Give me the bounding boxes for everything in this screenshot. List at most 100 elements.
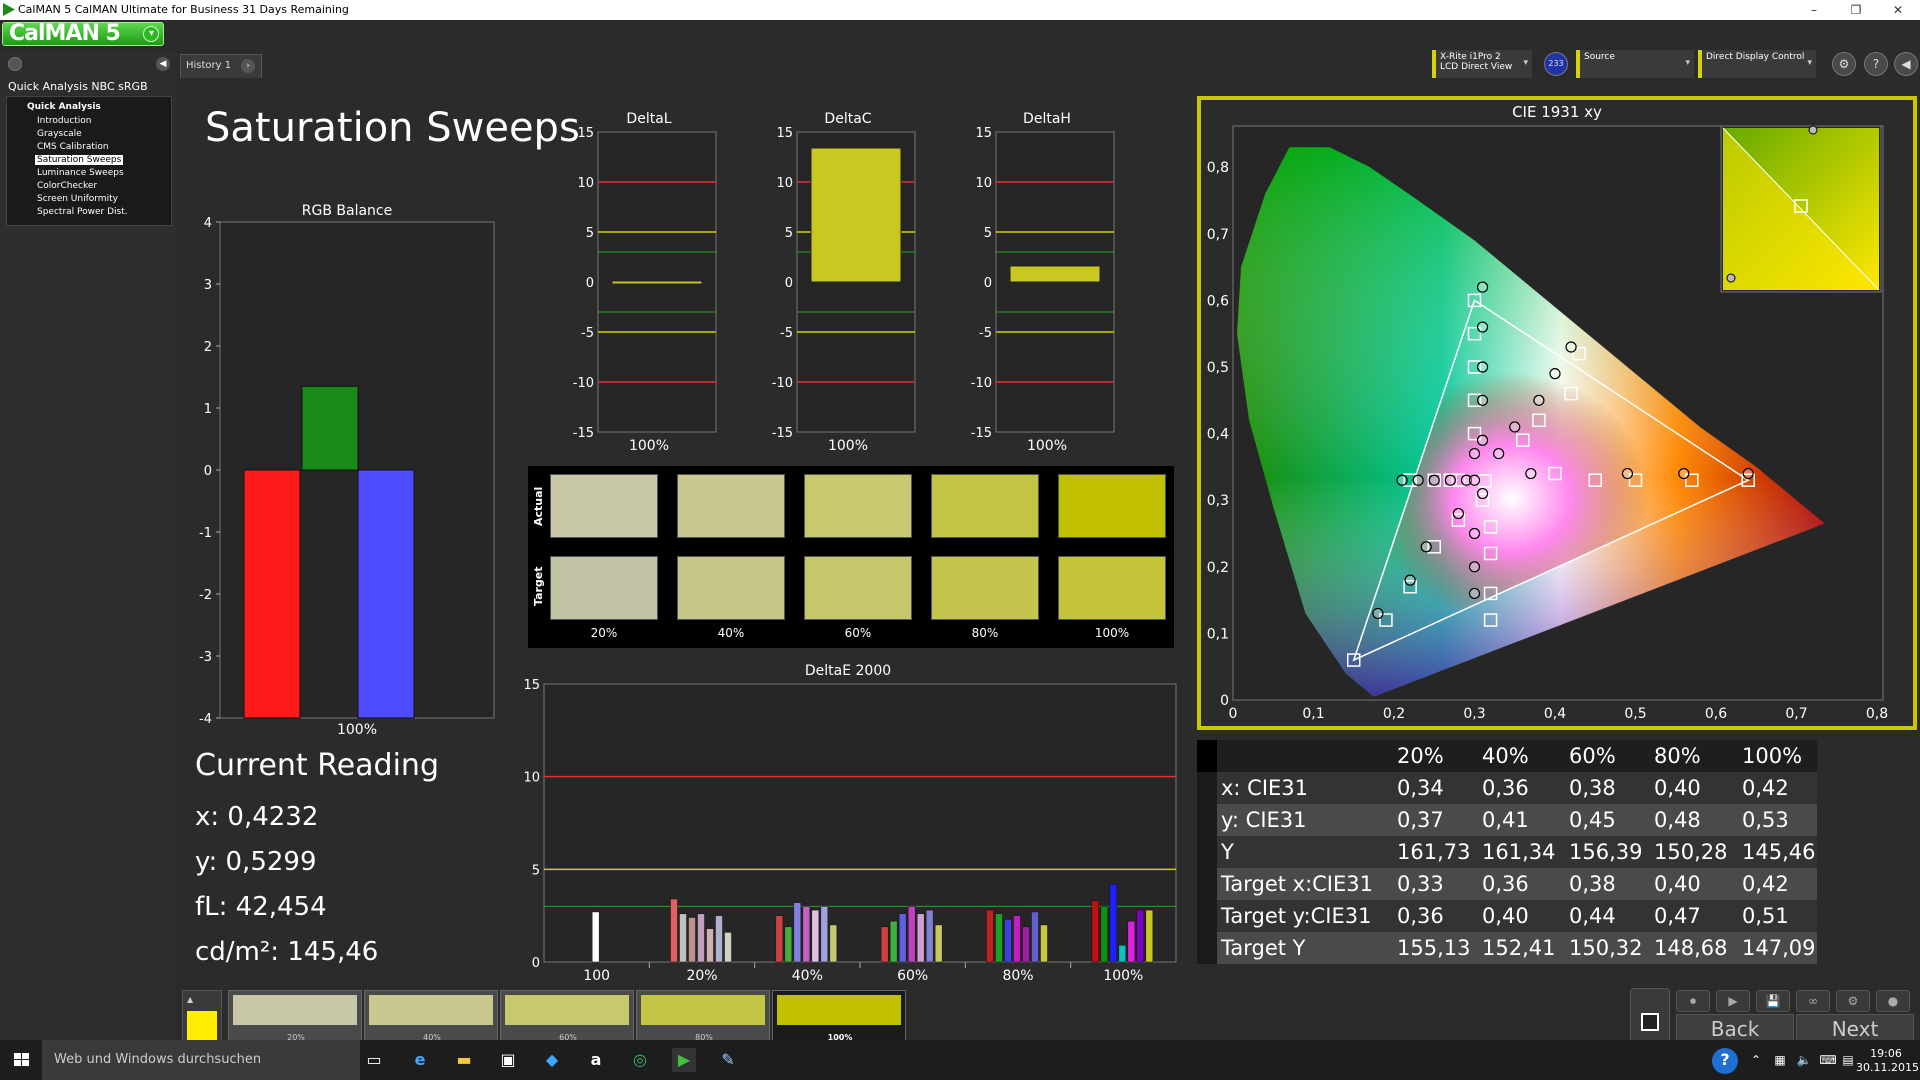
meter-badge[interactable]: 233 [1544,52,1568,76]
stop-icon[interactable] [1630,988,1670,1044]
nav-item-introduction[interactable]: Introduction [37,116,92,126]
table-cell: 150,32 [1569,936,1643,960]
deltae-bar [802,906,811,963]
task-view-icon[interactable]: ▭ [362,1048,386,1072]
back-arrow-icon[interactable]: ◀ [1894,52,1918,76]
amazon-icon[interactable]: a [584,1048,608,1072]
pause-icon[interactable]: ● [1876,990,1910,1012]
collapse-icon[interactable]: ◀ [156,57,170,71]
taskbar-search[interactable]: Web und Windows durchsuchen [42,1040,360,1080]
display-selector[interactable]: Direct Display Control ▾ [1698,50,1816,78]
restore-icon[interactable]: ❐ [1836,0,1876,20]
meter-mode: LCD Direct View [1440,62,1513,72]
play-icon[interactable]: ▶ [1716,990,1750,1012]
record-icon[interactable]: ⏺ [1676,990,1710,1012]
tab-history-1[interactable]: History 1 › [180,54,262,78]
minimize-icon[interactable]: – [1794,0,1834,20]
source-selector[interactable]: Source ▾ [1576,50,1694,78]
point-swatch-3[interactable]: 60% [500,990,634,1046]
table-cell: 0,48 [1654,808,1701,832]
close-icon[interactable]: ✕ [1878,0,1918,20]
chevron-down-icon[interactable]: ▾ [1685,58,1690,68]
rgb-ytick-label: -1 [199,526,212,541]
point-swatch-4[interactable]: 80% [636,990,770,1046]
measured-marker [1621,467,1634,480]
nav-item-spectral-power[interactable]: Spectral Power Dist. [37,207,128,217]
current-color-swatch[interactable]: ▲ [182,990,222,1046]
help-icon[interactable]: ? [1864,52,1888,76]
cie-xtick-label: 0,2 [1383,706,1405,722]
paint-icon[interactable]: ✎ [716,1048,740,1072]
nav-item-screen-uniformity[interactable]: Screen Uniformity [37,194,118,204]
nav-item-grayscale[interactable]: Grayscale [37,129,82,139]
delta-charts: DeltaL 15 10 5 0 -5 -10 -15 100% DeltaC 15 10 5 0 -5 -1… [573,111,1115,454]
delta-ytick-label: -15 [971,426,992,441]
rgb-ytick-label: -2 [199,588,212,603]
measured-marker [1565,341,1577,353]
network-icon[interactable]: ▦ [1768,1048,1792,1072]
dropbox-icon[interactable]: ◆ [540,1048,564,1072]
table-cell: 0,44 [1569,904,1616,928]
rgb-balance-title: RGB Balance [302,203,392,219]
point-swatch-color [777,995,901,1025]
help-tray-icon[interactable]: ? [1712,1048,1738,1074]
chevron-down-icon[interactable]: ▾ [143,26,159,42]
windows-start-icon[interactable] [0,1040,42,1080]
back-label: Back [1710,1017,1760,1041]
target-swatch [550,556,658,620]
edge-icon[interactable]: e [408,1048,432,1072]
table-row-label: Target Y [1221,936,1306,960]
calman-logo[interactable]: CalMAN 5 ▾ [2,22,164,46]
meter-selector[interactable]: X-Rite i1Pro 2 LCD Direct View ▾ [1432,50,1532,78]
settings-icon[interactable]: ⚙ [1836,990,1870,1012]
tray-chevron-icon[interactable]: ⌃ [1744,1048,1768,1072]
pin-icon[interactable] [8,57,22,71]
nav-item-colorchecker[interactable]: ColorChecker [37,181,97,191]
chevron-down-icon[interactable]: ▾ [1807,58,1812,68]
up-arrow-icon[interactable]: ▲ [187,995,201,1005]
chevron-down-icon[interactable]: ▾ [1523,58,1528,68]
loop-icon[interactable]: ∞ [1796,990,1830,1012]
point-swatch-2[interactable]: 40% [364,990,498,1046]
add-tab-icon[interactable]: › [241,59,255,73]
current-reading-title: Current Reading [195,748,439,783]
cie-xtick-label: 0,6 [1705,706,1727,722]
tripadvisor-icon[interactable]: ◎ [628,1048,652,1072]
nav-item-luminance-sweeps[interactable]: Luminance Sweeps [37,168,124,178]
gear-icon[interactable]: ⚙ [1832,52,1856,76]
deltae-bar [1127,920,1136,963]
table-header-cell: 80% [1654,744,1701,768]
store-icon[interactable]: ▣ [496,1048,520,1072]
nav-group-title[interactable]: Quick Analysis [27,102,101,112]
table-cell: 0,36 [1482,872,1529,896]
title-bar: CalMAN 5 CalMAN Ultimate for Business 31… [0,0,1920,20]
delta-ytick-label: 0 [586,276,594,291]
measured-marker [1476,281,1489,293]
table-row-label: Target x:CIE31 [1221,872,1373,896]
nav-item-cms-calibration[interactable]: CMS Calibration [37,142,109,152]
delta-chart-title: DeltaC [824,111,871,127]
nav-item-saturation-sweeps[interactable]: Saturation Sweeps [35,155,124,165]
explorer-icon[interactable]: ▬ [452,1048,476,1072]
delta-ytick-label: -15 [772,426,793,441]
point-swatch-5[interactable]: 100% [772,990,906,1046]
cie-ytick-label: 0,4 [1207,427,1229,443]
deltae-bar [925,909,934,963]
measured-marker [1742,467,1754,480]
measured-marker [1468,587,1481,600]
app-icon [3,3,15,16]
table-cell: 0,40 [1482,904,1529,928]
save-icon[interactable]: 💾 [1756,990,1790,1012]
cie-xtick-label: 0,3 [1463,706,1485,722]
rgb-ytick-label: -4 [199,712,212,727]
point-swatch-1[interactable]: 20% [228,990,362,1046]
reading-cdm2: cd/m²: 145,46 [195,937,379,967]
measured-marker [1468,527,1481,540]
delta-ytick-label: 0 [984,276,992,291]
target-swatch [1058,556,1166,620]
volume-icon[interactable]: 🔈 [1792,1048,1816,1072]
calman-task-icon[interactable]: ▶ [672,1048,696,1072]
delta-ytick-label: 5 [785,226,793,241]
reading-fl: fL: 42,454 [195,892,327,922]
deltae-xlabel: 60% [897,968,928,980]
